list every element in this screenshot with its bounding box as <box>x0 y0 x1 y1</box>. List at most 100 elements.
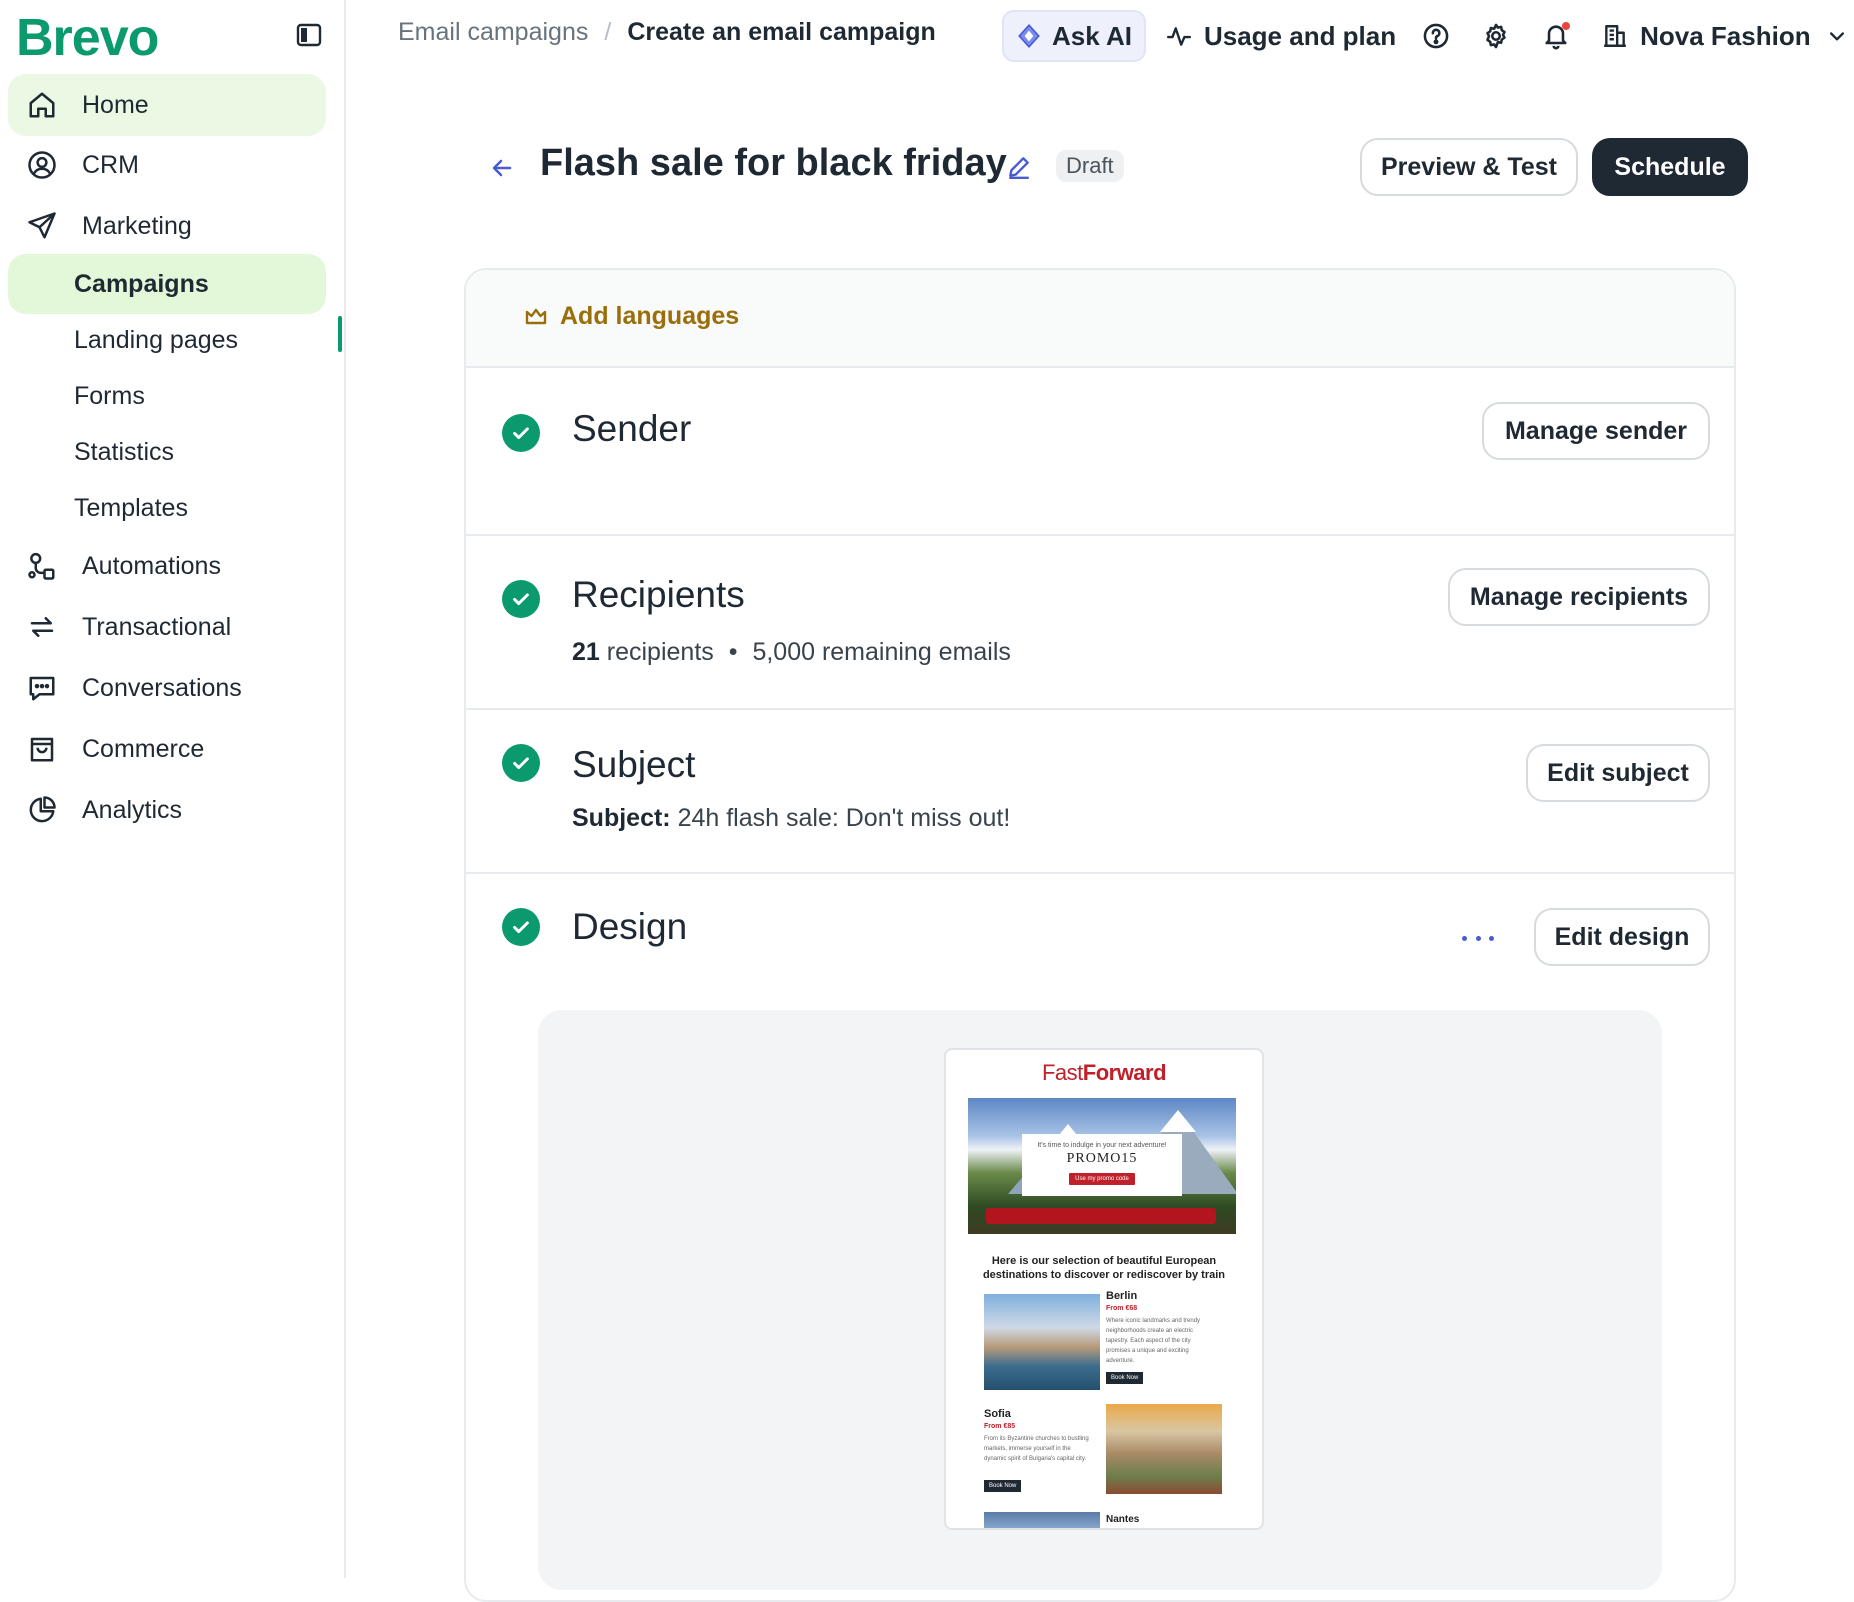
sidebar-item-conversations[interactable]: Conversations <box>8 657 326 719</box>
subject-section: Subject Subject: 24h flash sale: Don't m… <box>466 708 1734 874</box>
dest-name: Nantes <box>1106 1514 1140 1525</box>
edit-subject-button[interactable]: Edit subject <box>1526 744 1710 802</box>
berlin-image <box>984 1294 1100 1390</box>
recipients-summary: 21 recipients • 5,000 remaining emails <box>572 638 1011 667</box>
crown-icon <box>524 305 548 329</box>
breadcrumb: Email campaigns / Create an email campai… <box>398 18 936 47</box>
email-thumbnail[interactable]: FastForward It's time to indulge in your… <box>944 1048 1264 1530</box>
ask-ai-label: Ask AI <box>1052 20 1132 51</box>
sidebar-item-label: Automations <box>82 551 221 580</box>
sidebar-item-label: Commerce <box>82 734 205 763</box>
subject-value: 24h flash sale: Don't miss out! <box>677 804 1011 832</box>
brevo-logo[interactable]: Brevo <box>16 8 159 68</box>
recipients-count-label: recipients <box>606 638 714 666</box>
send-icon <box>26 210 58 242</box>
arrow-left-icon[interactable] <box>486 152 518 184</box>
sidebar-item-label: Analytics <box>82 795 183 824</box>
page-title: Flash sale for black friday <box>540 142 1007 184</box>
pencil-icon[interactable] <box>1004 152 1034 182</box>
sidebar-toggle-icon[interactable] <box>296 22 322 48</box>
summary-separator: • <box>728 638 738 666</box>
email-hero-image: It's time to indulge in your next advent… <box>968 1098 1236 1234</box>
edit-design-button[interactable]: Edit design <box>1534 908 1710 966</box>
activity-icon <box>1166 23 1192 49</box>
remaining-emails: 5,000 remaining emails <box>752 638 1011 666</box>
schedule-button[interactable]: Schedule <box>1592 138 1748 196</box>
email-brand-logo: FastForward <box>946 1060 1262 1086</box>
dest-book-button: Book Now <box>984 1480 1022 1492</box>
sidebar-item-analytics[interactable]: Analytics <box>8 779 326 841</box>
dest-price: From €68 <box>1106 1305 1138 1312</box>
sidebar-item-label: CRM <box>82 150 139 179</box>
brand-light-text: Fast <box>1041 1060 1083 1085</box>
check-icon <box>502 414 540 452</box>
subject-line: Subject: 24h flash sale: Don't miss out! <box>572 804 1010 833</box>
manage-recipients-button[interactable]: Manage recipients <box>1448 568 1710 626</box>
promo-box: It's time to indulge in your next advent… <box>1022 1134 1182 1196</box>
subject-title: Subject <box>572 744 696 785</box>
sidebar-item-statistics[interactable]: Statistics <box>8 422 326 482</box>
sidebar-item-label: Home <box>82 90 149 119</box>
sidebar-item-label: Transactional <box>82 612 232 641</box>
promo-tagline: It's time to indulge in your next advent… <box>1037 1142 1167 1149</box>
bell-icon[interactable] <box>1536 16 1576 56</box>
active-indicator <box>338 316 342 352</box>
recipients-title: Recipients <box>572 574 745 615</box>
sofia-image <box>1106 1404 1222 1494</box>
usage-and-plan-link[interactable]: Usage and plan <box>1166 21 1396 52</box>
sidebar-item-campaigns[interactable]: Campaigns <box>8 254 326 314</box>
account-switcher[interactable]: Nova Fashion <box>1602 21 1846 52</box>
sidebar-item-commerce[interactable]: Commerce <box>8 718 326 780</box>
help-icon[interactable] <box>1416 16 1456 56</box>
sidebar-item-label: Conversations <box>82 673 242 702</box>
dest-desc: Where iconic landmarks and trendy neighb… <box>1106 1318 1201 1364</box>
check-icon <box>502 908 540 946</box>
gear-icon[interactable] <box>1476 16 1516 56</box>
sidebar-item-automations[interactable]: Automations <box>8 535 326 597</box>
dest-name: Berlin <box>1106 1290 1138 1302</box>
sender-section: Sender Manage sender <box>466 366 1734 536</box>
topbar-actions: Ask AI Usage and plan Nova Fashion <box>1002 10 1847 62</box>
ask-ai-button[interactable]: Ask AI <box>1002 10 1146 62</box>
dest-name: Sofia <box>984 1408 1011 1420</box>
breadcrumb-separator: / <box>604 18 612 46</box>
email-intro-text: Here is our selection of beautiful Europ… <box>982 1255 1226 1281</box>
sidebar-item-transactional[interactable]: Transactional <box>8 596 326 658</box>
dest-desc: From its Byzantine churches to bustling … <box>984 1436 1089 1462</box>
brand-bold-text: Forward <box>1082 1060 1167 1085</box>
usage-and-plan-label: Usage and plan <box>1203 20 1397 51</box>
home-icon <box>26 89 58 121</box>
sidebar-item-marketing[interactable]: Marketing <box>8 195 326 257</box>
status-badge: Draft <box>1056 150 1124 182</box>
dest-price: From €85 <box>984 1423 1016 1430</box>
sidebar-item-landing-pages[interactable]: Landing pages <box>8 310 326 370</box>
check-icon <box>502 744 540 782</box>
preview-test-button[interactable]: Preview & Test <box>1360 138 1578 196</box>
sidebar-item-home[interactable]: Home <box>8 74 326 136</box>
check-icon <box>502 580 540 618</box>
pie-chart-icon <box>26 794 58 826</box>
manage-sender-button[interactable]: Manage sender <box>1482 402 1710 460</box>
languages-bar: Add languages <box>466 270 1734 368</box>
add-languages-button[interactable]: Add languages <box>524 302 739 331</box>
subject-label: Subject: <box>572 804 671 832</box>
chat-icon <box>26 672 58 704</box>
promo-code: PROMO15 <box>1066 1151 1138 1166</box>
automation-icon <box>26 550 58 582</box>
user-circle-icon <box>26 149 58 181</box>
sidebar-item-forms[interactable]: Forms <box>8 366 326 426</box>
sender-title: Sender <box>572 408 692 449</box>
campaign-setup-card: Add languages Sender Manage sender Recip… <box>464 268 1736 1602</box>
design-preview-area: FastForward It's time to indulge in your… <box>538 1010 1662 1590</box>
promo-button: Use my promo code <box>1069 1173 1135 1185</box>
recipients-count: 21 <box>572 638 600 666</box>
nantes-image <box>984 1512 1100 1528</box>
dest-book-button: Book Now <box>1106 1372 1144 1384</box>
chevron-down-icon <box>1827 26 1847 46</box>
sidebar-item-label: Marketing <box>82 211 192 240</box>
more-dots-icon[interactable] <box>1462 928 1494 948</box>
building-icon <box>1602 23 1628 49</box>
sidebar-item-crm[interactable]: CRM <box>8 134 326 196</box>
sidebar-item-templates[interactable]: Templates <box>8 478 326 538</box>
breadcrumb-email-campaigns[interactable]: Email campaigns <box>398 18 588 47</box>
